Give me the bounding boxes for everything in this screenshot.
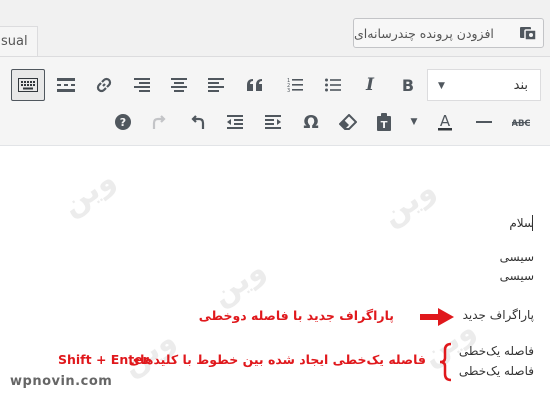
content-line: فاصله یک‌خطی [458,344,534,358]
chevron-down-icon[interactable]: ▼ [404,107,424,137]
align-left-icon[interactable] [201,70,231,100]
text-color-icon[interactable]: A [430,107,460,137]
svg-text:?: ? [120,116,126,129]
editor: 123 I B بند ▼ ? Ω T ▼ A ABC وین وین وین … [0,56,550,401]
content-line-new-paragraph: پاراگراف جدید [462,308,534,322]
special-character-icon[interactable]: Ω [296,107,326,137]
horizontal-line-icon[interactable] [469,107,499,137]
paste-as-text-icon[interactable]: T [369,107,399,137]
text-caret [532,215,533,231]
blockquote-icon[interactable] [240,70,270,100]
annotation-paragraph: پاراگراف جدید با فاصله دوخطی [198,308,394,323]
editor-toolbar: 123 I B بند ▼ ? Ω T ▼ A ABC [0,57,550,146]
watermark-word: وین [205,251,272,314]
align-right-icon[interactable] [127,70,157,100]
redo-icon[interactable] [144,107,174,137]
clear-formatting-icon[interactable] [333,107,363,137]
numbered-list-icon[interactable]: 123 [280,70,310,100]
arrow-right-icon [420,308,454,326]
format-select-value: بند [513,77,528,93]
tab-visual[interactable]: sual [0,26,38,56]
content-line: فاصله یک‌خطی [458,364,534,378]
bulleted-list-icon[interactable] [318,70,348,100]
add-media-button[interactable]: افزودن پرونده چندرسانه‌ای [353,18,544,48]
annotation-linebreak: فاصله یک‌خطی ایجاد شده بین خطوط با کلیده… [128,352,426,367]
toolbar-toggle-icon[interactable] [11,69,45,101]
annotation-shortcut: Shift + Enter [58,352,149,367]
indent-icon[interactable] [258,107,288,137]
align-center-icon[interactable] [164,70,194,100]
chevron-down-icon: ▼ [438,81,445,91]
svg-text:3: 3 [287,88,290,93]
italic-icon[interactable]: I [355,70,385,100]
brace-icon [439,342,452,382]
editor-content[interactable]: وین وین وین وین وین سلام سیسی سیسی پاراگ… [0,145,550,401]
format-select[interactable]: بند ▼ [427,69,541,101]
strikethrough-icon[interactable]: ABC [506,107,536,137]
svg-text:T: T [381,120,388,131]
add-media-label: افزودن پرونده چندرسانه‌ای [354,25,494,41]
media-icon [519,25,537,41]
content-line: سیسی [499,250,534,264]
help-icon[interactable]: ? [108,107,138,137]
content-line: سیسی [499,269,534,283]
watermark-word: وین [375,171,442,234]
outdent-icon[interactable] [220,107,250,137]
svg-text:A: A [440,113,451,130]
bold-icon[interactable]: B [393,70,423,100]
site-watermark: wpnovin.com [10,374,113,389]
read-more-icon[interactable] [51,70,81,100]
watermark-word: وین [55,161,122,224]
undo-icon[interactable] [183,107,213,137]
link-icon[interactable] [89,70,119,100]
content-line-salam: سلام [509,216,534,230]
svg-text:ABC: ABC [512,119,530,128]
